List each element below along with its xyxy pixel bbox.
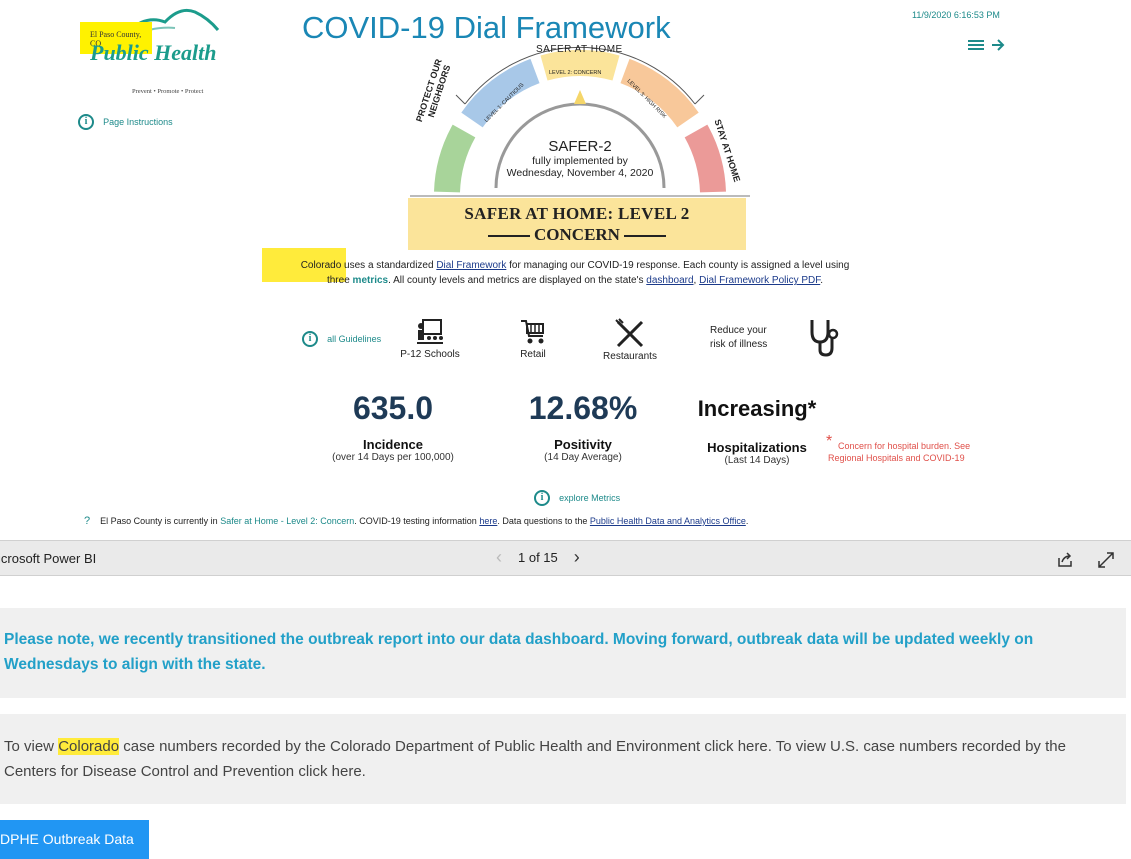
dashboard-link[interactable]: dashboard xyxy=(646,275,693,286)
dial-segment-level1 xyxy=(461,58,540,128)
share-icon[interactable] xyxy=(1056,551,1074,569)
hospitalizations-label: Hospitalizations xyxy=(707,440,807,455)
intro-text-3: three xyxy=(326,275,353,286)
prev-page-button[interactable]: ‹ xyxy=(496,547,502,568)
stethoscope-icon[interactable] xyxy=(806,318,842,358)
dial-center-text: SAFER-2 fully implemented by Wednesday, … xyxy=(500,138,660,179)
dial-center-sub1: fully implemented by xyxy=(532,155,628,167)
restaurants-label: Restaurants xyxy=(603,351,657,362)
schools-category[interactable]: P-12 Schools xyxy=(394,318,466,360)
case-numbers-notice: To view Colorado case numbers recorded b… xyxy=(0,714,1126,804)
incidence-metric: 635.0 Incidence (over 14 Days per 100,00… xyxy=(320,390,466,463)
powerbi-toolbar: icrosoft Power BI ‹ 1 of 15 › xyxy=(0,540,1131,576)
hospitalizations-value: Increasing* xyxy=(697,396,817,421)
all-guidelines-label: all Guidelines xyxy=(327,333,382,344)
info-icon: i xyxy=(78,113,94,130)
intro-text-2: for managing our COVID-19 response. Each… xyxy=(506,260,850,271)
positivity-sub: (14 Day Average) xyxy=(544,452,622,463)
level-banner-line2: CONCERN xyxy=(408,225,746,245)
reduce-risk-line2: risk of illness xyxy=(710,339,768,350)
concern-line2: Regional Hospitals and COVID-19 xyxy=(828,453,965,463)
page-indicator: 1 of 15 xyxy=(518,550,558,565)
shopping-cart-icon xyxy=(521,320,544,344)
explore-metrics-label: explore Metrics xyxy=(559,492,621,503)
refresh-timestamp: 11/9/2020 6:16:53 PM xyxy=(912,10,1000,20)
explore-metrics-link[interactable]: i explore Metrics xyxy=(534,487,620,506)
case-notice-text-2: case numbers recorded by the Colorado De… xyxy=(4,738,1066,780)
outbreak-transition-notice: Please note, we recently transitioned th… xyxy=(0,608,1126,698)
dial-segment-green xyxy=(434,124,476,193)
hospitalizations-metric: Increasing* Hospitalizations (Last 14 Da… xyxy=(682,396,832,466)
footer-text-3: . Data questions to the xyxy=(497,516,590,526)
page-instructions-link[interactable]: i Page Instructions xyxy=(78,111,173,130)
intro-text-6: . xyxy=(820,275,824,286)
dial-segment-red xyxy=(684,124,726,193)
powerbi-report-canvas: El Paso County, CO Public Health Prevent… xyxy=(0,0,1131,540)
cdphe-outbreak-data-button[interactable]: DPHE Outbreak Data xyxy=(0,820,149,859)
help-icon[interactable]: ? xyxy=(84,515,90,527)
footer-text-1: El Paso County is currently in xyxy=(100,516,221,526)
retail-category[interactable]: Retail xyxy=(505,318,561,360)
concern-line1: Concern for hospital burden. See xyxy=(838,441,971,451)
hospitalizations-sub: (Last 14 Days) xyxy=(724,455,790,466)
level-banner-concern: CONCERN xyxy=(534,225,620,244)
menu-icon[interactable] xyxy=(968,40,984,50)
level-banner: SAFER AT HOME: LEVEL 2 CONCERN xyxy=(408,198,746,250)
next-page-button[interactable]: › xyxy=(574,547,580,568)
positivity-label: Positivity xyxy=(554,437,612,452)
arrow-right-icon[interactable] xyxy=(992,39,1005,51)
intro-text-1: Colorado uses a standardized xyxy=(300,260,437,271)
incidence-value: 635.0 xyxy=(352,390,434,426)
hospital-concern-note[interactable]: * Concern for hospital burden. See Regio… xyxy=(826,434,971,464)
nav-icons xyxy=(968,39,1005,51)
footer-text-4: . xyxy=(745,516,749,526)
dial-pointer xyxy=(574,90,586,104)
reduce-risk-text: Reduce your risk of illness xyxy=(710,324,767,352)
testing-info-link[interactable]: here xyxy=(479,516,497,526)
dial-center-sub2: Wednesday, November 4, 2020 xyxy=(506,167,654,179)
retail-label: Retail xyxy=(520,349,546,360)
logo-name: Public Health xyxy=(90,40,217,65)
classroom-icon xyxy=(417,319,443,344)
policy-pdf-link[interactable]: Dial Framework Policy PDF xyxy=(699,275,820,286)
info-icon: i xyxy=(302,330,318,347)
schools-label: P-12 Schools xyxy=(400,349,460,360)
footer-text-2: . COVID-19 testing information xyxy=(354,516,480,526)
page-navigator: ‹ 1 of 15 › xyxy=(496,547,580,568)
dial-top-label: SAFER AT HOME xyxy=(536,44,623,55)
metrics-link[interactable]: metrics xyxy=(353,275,389,286)
incidence-label: Incidence xyxy=(363,437,423,452)
fork-knife-icon xyxy=(615,318,644,348)
fullscreen-icon[interactable] xyxy=(1097,551,1115,569)
reduce-risk-line1: Reduce your xyxy=(710,325,767,336)
dial-segment-level2 xyxy=(540,50,620,81)
current-status: Safer at Home - Level 2: Concern xyxy=(220,516,355,526)
dial-framework-link[interactable]: Dial Framework xyxy=(436,260,506,271)
positivity-value: 12.68% xyxy=(528,390,638,426)
page-instructions-label: Page Instructions xyxy=(103,116,173,127)
data-office-link[interactable]: Public Health Data and Analytics Office xyxy=(590,516,746,526)
restaurants-category[interactable]: Restaurants xyxy=(596,318,664,362)
public-health-logo: El Paso County, CO Public Health Prevent… xyxy=(80,4,220,99)
all-guidelines-link[interactable]: i all Guidelines xyxy=(302,328,381,347)
case-notice-text-1: To view xyxy=(4,738,59,755)
logo-tagline: Prevent • Promote • Protect xyxy=(132,88,204,95)
positivity-metric: 12.68% Positivity (14 Day Average) xyxy=(508,390,658,463)
incidence-sub: (over 14 Days per 100,000) xyxy=(332,452,454,463)
intro-text-4: . All county levels and metrics are disp… xyxy=(388,275,647,286)
intro-paragraph: Colorado uses a standardized Dial Framew… xyxy=(250,258,900,288)
level-banner-line1: SAFER AT HOME: LEVEL 2 xyxy=(464,204,690,223)
status-footer: ? El Paso County is currently in Safer at… xyxy=(84,515,748,527)
info-icon: i xyxy=(534,489,550,506)
dial-segment-level2-label: LEVEL 2: CONCERN xyxy=(549,70,602,76)
dial-center-title: SAFER-2 xyxy=(548,138,612,155)
powerbi-brand[interactable]: icrosoft Power BI xyxy=(0,551,96,566)
concern-asterisk: * xyxy=(826,433,833,450)
highlighted-colorado: Colorado xyxy=(58,738,120,755)
